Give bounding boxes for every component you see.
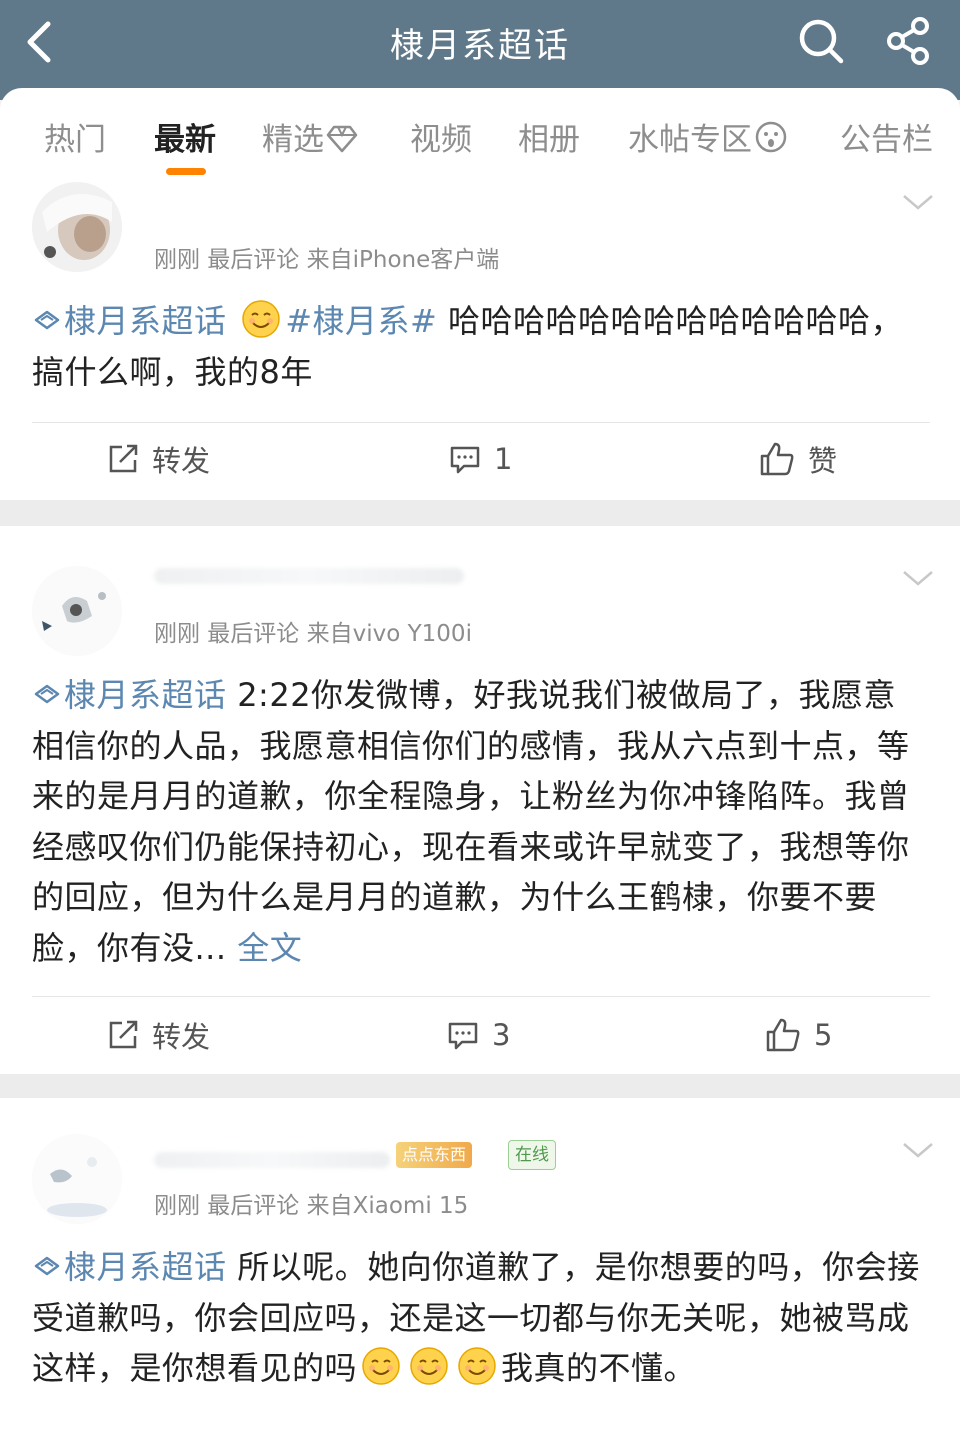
nickname-blurred[interactable]	[154, 1152, 390, 1168]
repost-button[interactable]: 转发	[106, 434, 210, 484]
super-topic-icon	[34, 684, 60, 704]
post-content: 棣月系超话 #棣月系# 哈哈哈哈哈哈哈哈哈哈哈哈哈，搞什么啊，我的8年	[32, 296, 922, 397]
tab-latest[interactable]: 最新	[154, 114, 216, 159]
post-text: 2:22你发微博，好我说我们被做局了，我愿意相信你的人品，我愿意相信你们的感情，…	[32, 676, 910, 967]
thumbs-up-icon	[760, 442, 794, 476]
smile-emoji-icon	[458, 1347, 496, 1385]
tab-water-zone-label: 水帖专区	[628, 122, 752, 158]
comment-button[interactable]: 1	[448, 434, 512, 484]
smile-emoji-icon	[410, 1347, 448, 1385]
post-card: 点点东西 在线 刚刚 最后评论 来自Xiaomi 15 棣月系超话 所以呢。她向…	[0, 1098, 960, 1436]
like-label: 赞	[808, 444, 838, 478]
comment-icon	[450, 446, 480, 474]
post-content: 棣月系超话 所以呢。她向你道歉了，是你想要的吗，你会接受道歉吗，你会回应吗，还是…	[32, 1242, 922, 1394]
topic-label: 棣月系超话	[64, 1248, 227, 1286]
super-topic-icon	[34, 1256, 60, 1276]
tab-video[interactable]: 视频	[410, 114, 472, 159]
tab-featured-label: 精选	[262, 122, 324, 158]
comment-count: 1	[494, 442, 513, 476]
like-button[interactable]: 赞	[758, 434, 837, 484]
smile-emoji-icon	[242, 300, 280, 338]
comment-button[interactable]: 3	[446, 1010, 510, 1060]
repost-icon	[109, 444, 138, 473]
chevron-down-icon[interactable]	[900, 190, 936, 214]
tab-featured[interactable]: 精选	[262, 114, 358, 159]
post-text-end: 我真的不懂。	[501, 1349, 697, 1387]
thumbs-up-icon	[766, 1018, 800, 1052]
tab-water-zone[interactable]: 水帖专区	[628, 114, 788, 159]
hashtag-link[interactable]: #棣月系#	[285, 302, 437, 340]
post-card: 刚刚 最后评论 来自iPhone客户端 棣月系超话 #棣月系# 哈哈哈哈哈哈哈哈…	[0, 182, 960, 500]
active-tab-indicator	[166, 168, 206, 175]
avatar[interactable]	[32, 566, 122, 656]
card-gap	[0, 1074, 960, 1098]
top-bar: 棣月系超话	[0, 0, 960, 100]
search-icon[interactable]	[796, 16, 846, 66]
tab-hot[interactable]: 热门	[44, 114, 106, 159]
avatar[interactable]	[32, 182, 122, 272]
repost-icon	[109, 1020, 138, 1049]
topic-link[interactable]: 棣月系超话	[32, 302, 227, 340]
chevron-down-icon[interactable]	[900, 1138, 936, 1162]
super-topic-icon	[34, 310, 60, 330]
tab-announcements[interactable]: 公告栏	[840, 114, 933, 159]
like-button[interactable]: 5	[764, 1010, 832, 1060]
post-meta: 刚刚 最后评论 来自iPhone客户端	[154, 247, 500, 273]
tab-bar: 热门 最新 精选 视频 相册 水帖专区 公告栏	[0, 88, 960, 188]
topic-label: 棣月系超话	[64, 302, 227, 340]
topic-link[interactable]: 棣月系超话	[32, 1248, 227, 1286]
nickname-blurred[interactable]	[154, 568, 464, 584]
like-count: 5	[814, 1018, 833, 1052]
comment-icon	[448, 1022, 478, 1050]
card-gap	[0, 500, 960, 526]
chevron-down-icon[interactable]	[900, 566, 936, 590]
read-more-link[interactable]: 全文	[237, 929, 302, 967]
repost-button[interactable]: 转发	[106, 1010, 210, 1060]
online-badge: 在线	[508, 1140, 556, 1170]
post-meta: 刚刚 最后评论 来自vivo Y100i	[154, 621, 472, 647]
post-content: 棣月系超话 2:22你发微博，好我说我们被做局了，我愿意相信你的人品，我愿意相信…	[32, 670, 922, 973]
diamond-icon	[326, 125, 358, 153]
divider	[32, 422, 930, 423]
divider	[32, 996, 930, 997]
comment-count: 3	[492, 1018, 511, 1052]
post-meta: 刚刚 最后评论 来自Xiaomi 15	[154, 1193, 469, 1219]
repost-label: 转发	[152, 1020, 211, 1054]
share-icon[interactable]	[882, 14, 934, 68]
fan-badge: 点点东西	[396, 1142, 473, 1168]
smile-emoji-icon	[362, 1347, 400, 1385]
post-card: 刚刚 最后评论 来自vivo Y100i 棣月系超话 2:22你发微博，好我说我…	[0, 526, 960, 1074]
repost-label: 转发	[152, 444, 211, 478]
tab-album[interactable]: 相册	[518, 114, 580, 159]
topic-link[interactable]: 棣月系超话	[32, 676, 227, 714]
topic-label: 棣月系超话	[64, 676, 227, 714]
surprised-face-icon	[755, 121, 787, 153]
avatar[interactable]	[32, 1134, 122, 1224]
